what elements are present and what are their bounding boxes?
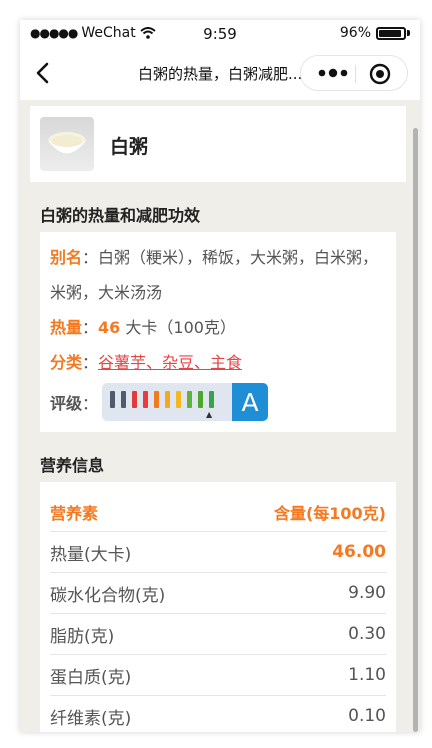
- phone-frame: ●●●●● WeChat 9:59 96% 白粥的热量，白粥减肥... 白粥 白…: [20, 20, 420, 732]
- rating-bar: [143, 391, 149, 408]
- battery-icon: [376, 26, 406, 40]
- nutrient-value: 9.90: [348, 583, 386, 603]
- food-name: 白粥: [110, 136, 149, 158]
- close-target-icon[interactable]: [369, 63, 391, 85]
- rating-marker-icon: ▲: [206, 410, 213, 419]
- nutrient-name: 蛋白质(克): [50, 667, 132, 688]
- battery-percent: 96%: [339, 25, 371, 41]
- food-header: 白粥: [30, 106, 406, 182]
- nutrient-value: 0.10: [348, 706, 386, 726]
- main-content: 白粥 白粥的热量和减肥功效 别名：白粥（粳米），稀饭，大米粥，白米粥，米粥，大米…: [30, 106, 406, 732]
- rating-scale: ▲: [102, 383, 233, 421]
- nutrient-value: 46.00: [332, 542, 386, 562]
- table-row: 碳水化合物(克) 9.90: [50, 573, 386, 614]
- info-card: 别名：白粥（粳米），稀饭，大米粥，白米粥，米粥，大米汤汤 热量：46 大卡（10…: [40, 232, 396, 432]
- nav-bar: 白粥的热量，白粥减肥...: [20, 46, 420, 100]
- rating-bar: [132, 391, 138, 408]
- table-row: 纤维素(克) 0.10: [50, 696, 386, 732]
- nutrient-name: 脂肪(克): [50, 626, 115, 647]
- status-bar: ●●●●● WeChat 9:59 96%: [20, 20, 420, 46]
- calorie-number: 46: [98, 318, 121, 337]
- category-link[interactable]: 谷薯芋、杂豆、主食: [98, 353, 242, 372]
- section-title-info: 白粥的热量和减肥功效: [40, 206, 201, 225]
- amount-column-header: 含量(每100克): [273, 503, 386, 523]
- rating-bar: [198, 391, 204, 408]
- back-arrow-icon[interactable]: [30, 59, 58, 87]
- page-title: 白粥的热量，白粥减肥...: [138, 65, 303, 83]
- more-dots-icon[interactable]: [315, 64, 351, 82]
- rating-bar: [209, 391, 215, 408]
- alias-value: ：白粥（粳米），稀饭，大米粥，白米粥，米粥，大米汤汤: [50, 248, 379, 302]
- nutrition-header-row: 营养素 含量(每100克): [50, 482, 386, 532]
- calorie-label: 热量: [50, 318, 83, 337]
- nutrient-value: 1.10: [348, 665, 386, 685]
- nutrient-name: 热量(大卡): [50, 544, 132, 565]
- scrollbar[interactable]: [413, 128, 418, 732]
- rating-bar: [110, 391, 116, 408]
- nutrient-value: 0.30: [348, 624, 386, 644]
- rating-label: 评级: [50, 394, 83, 413]
- alias-line: 别名：白粥（粳米），稀饭，大米粥，白米粥，米粥，大米汤汤: [50, 240, 386, 310]
- category-label: 分类: [50, 353, 83, 372]
- table-row: 蛋白质(克) 1.10: [50, 655, 386, 696]
- nutrient-column-header: 营养素: [50, 503, 99, 523]
- mini-program-capsule: [300, 55, 408, 91]
- rating-bar: [165, 391, 171, 408]
- table-row: 热量(大卡) 46.00: [50, 532, 386, 573]
- category-line: 分类：谷薯芋、杂豆、主食: [50, 353, 243, 372]
- battery-group: 96%: [340, 25, 410, 41]
- rating-line: 评级： ▲ A: [50, 380, 386, 424]
- nutrient-name: 纤维素(克): [50, 708, 132, 729]
- section-title-nutrition: 营养信息: [40, 456, 105, 475]
- rice-porridge-bowl-icon: [47, 132, 87, 155]
- table-row: 脂肪(克) 0.30: [50, 614, 386, 655]
- rating-bar: [176, 391, 182, 408]
- capsule-divider: [355, 65, 356, 83]
- alias-label: 别名: [50, 248, 83, 267]
- rating-bar: [187, 391, 193, 408]
- food-image: [40, 117, 94, 171]
- rating-badge: ▲ A: [102, 383, 269, 421]
- calorie-unit: 大卡（100克）: [120, 318, 236, 337]
- calorie-line: 热量：46 大卡（100克）: [50, 318, 236, 337]
- nutrient-name: 碳水化合物(克): [50, 585, 166, 606]
- rating-grade: A: [232, 383, 269, 421]
- rating-bar: [121, 391, 127, 408]
- nutrition-table: 营养素 含量(每100克) 热量(大卡) 46.00 碳水化合物(克) 9.90…: [40, 482, 396, 732]
- rating-bar: [154, 391, 160, 408]
- battery-cap: [407, 30, 410, 36]
